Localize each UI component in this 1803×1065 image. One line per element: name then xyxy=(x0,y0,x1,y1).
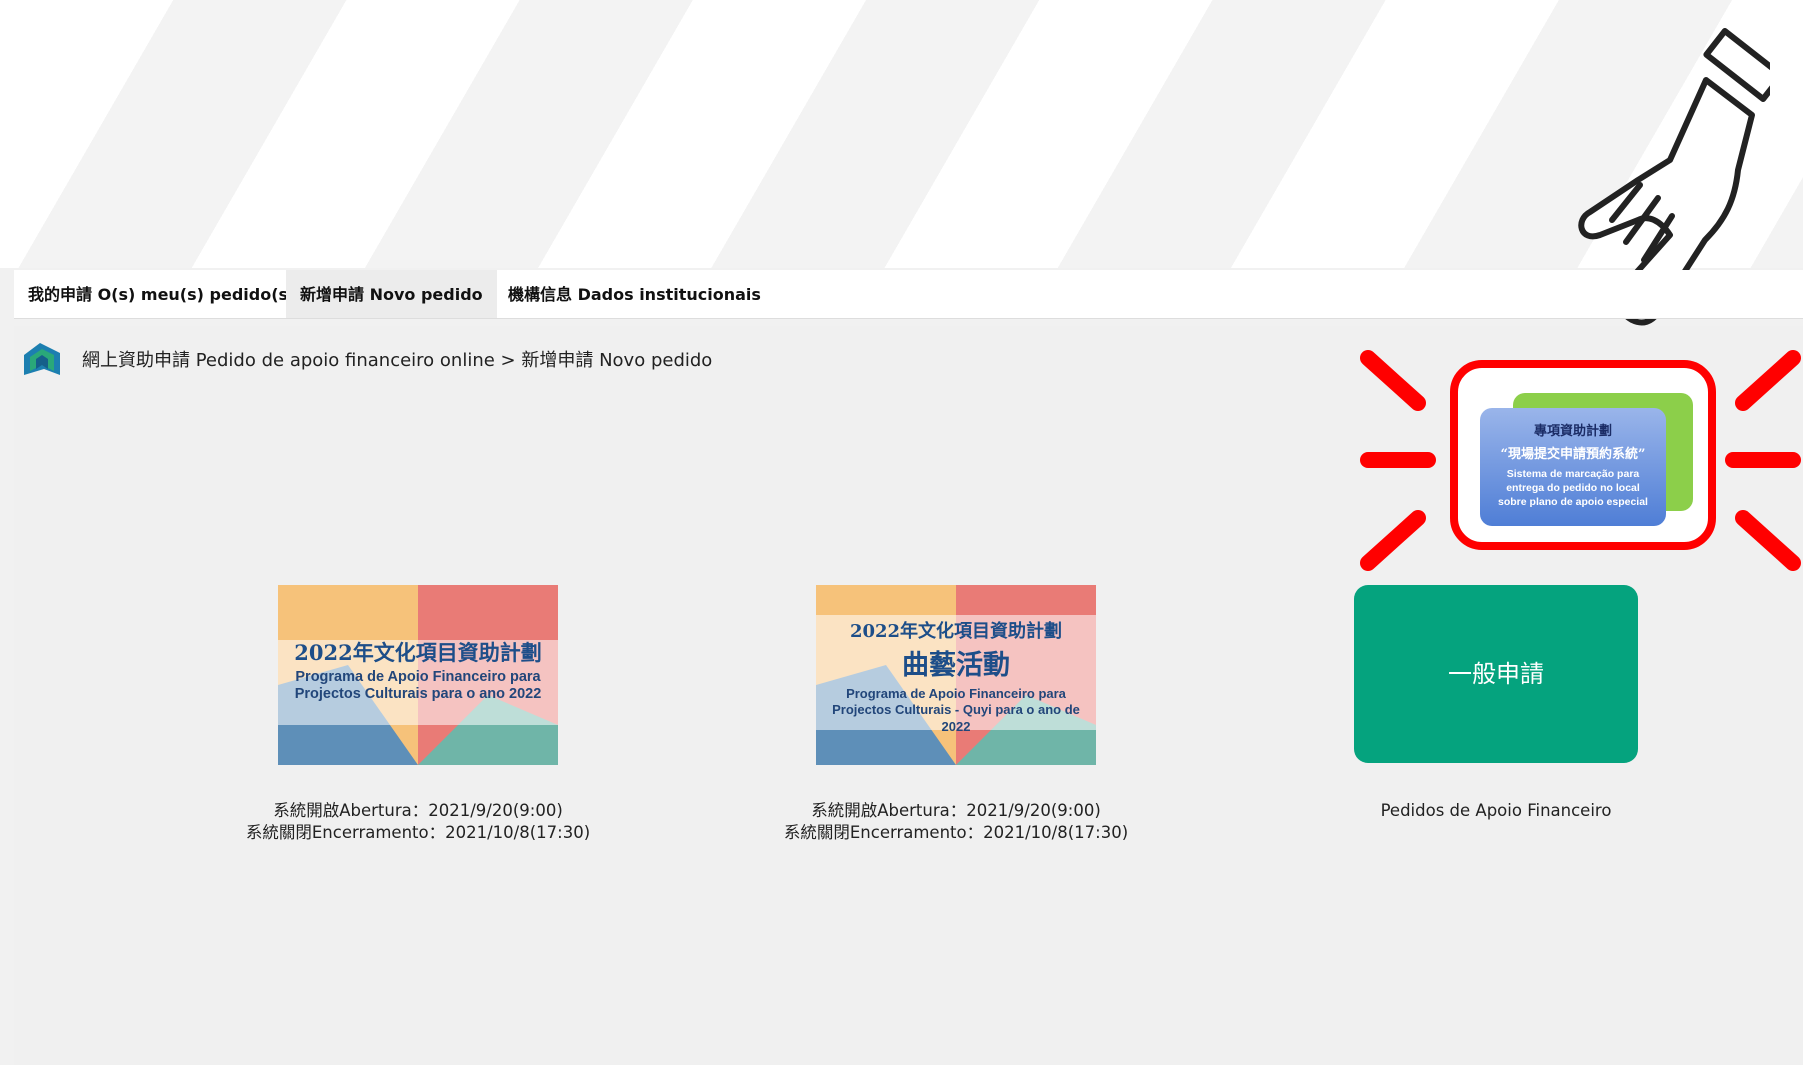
breadcrumb-separator: > xyxy=(494,350,522,371)
tab-bar: 我的申請 O(s) meu(s) pedido(s) 新增申請 Novo ped… xyxy=(14,270,1803,319)
site-logo-icon xyxy=(24,343,60,375)
open-date: 系統開啟Abertura：2021/9/20(9:00) xyxy=(273,801,563,820)
special-scheme-system-name: “現場提交申請預約系統” xyxy=(1500,447,1646,462)
close-date: 系統關閉Encerramento：2021/10/8(17:30) xyxy=(783,823,1129,842)
open-date: 系統開啟Abertura：2021/9/20(9:00) xyxy=(811,801,1101,820)
card-title: 2022年文化項目資助計劃 xyxy=(849,621,1063,642)
special-scheme-title: 專項資助計劃 xyxy=(1533,424,1612,439)
card-caption: 系統開啟Abertura：2021/9/20(9:00) 系統關閉Encerra… xyxy=(208,800,628,844)
close-date: 系統關閉Encerramento：2021/10/8(17:30) xyxy=(245,823,591,842)
breadcrumb-root-link[interactable]: 網上資助申請 Pedido de apoio financeiro online xyxy=(82,350,495,371)
special-scheme-desc: Sistema de marcação para entrega do pedi… xyxy=(1480,467,1666,509)
special-scheme-front-panel: 專項資助計劃 “現場提交申請預約系統” Sistema de marcação … xyxy=(1480,408,1666,526)
special-desc-line-3: sobre plano de apoio especial xyxy=(1498,496,1648,508)
general-request-button[interactable]: 一般申請 xyxy=(1354,585,1638,763)
program-card-culture-2022[interactable]: 2022年文化項目資助計劃 Programa de Apoio Financei… xyxy=(278,585,558,765)
card-caption: 系統開啟Abertura：2021/9/20(9:00) 系統關閉Encerra… xyxy=(746,800,1166,844)
card-title-quyi: 曲藝活動 xyxy=(902,650,1010,681)
tab-my-requests[interactable]: 我的申請 O(s) meu(s) pedido(s) xyxy=(14,270,309,318)
card-subtitle-2: Projectos Culturais - Quyi para o ano de… xyxy=(832,702,1080,734)
breadcrumb-current: 新增申請 Novo pedido xyxy=(521,350,713,371)
card-subtitle-1: Programa de Apoio Financeiro para xyxy=(846,686,1066,701)
tab-new-request[interactable]: 新增申請 Novo pedido xyxy=(286,270,497,318)
card-subtitle-2: Projectos Culturais para o ano 2022 xyxy=(294,686,542,702)
header-background xyxy=(0,0,1803,268)
special-desc-line-2: entrega do pedido no local xyxy=(1506,482,1640,494)
general-caption: Pedidos de Apoio Financeiro xyxy=(1380,801,1612,820)
program-card-quyi-2022[interactable]: 2022年文化項目資助計劃 曲藝活動 Programa de Apoio Fin… xyxy=(816,585,1096,765)
breadcrumb: 網上資助申請 Pedido de apoio financeiro online… xyxy=(82,346,712,372)
special-desc-line-1: Sistema de marcação para xyxy=(1506,468,1640,480)
card-title: 2022年文化項目資助計劃 xyxy=(294,640,542,665)
tab-institutional-data[interactable]: 機構信息 Dados institucionais xyxy=(494,270,775,318)
card-subtitle-1: Programa de Apoio Financeiro para xyxy=(295,669,541,685)
special-scheme-button[interactable]: 專項資助計劃 “現場提交申請預約系統” Sistema de marcação … xyxy=(1450,360,1716,550)
